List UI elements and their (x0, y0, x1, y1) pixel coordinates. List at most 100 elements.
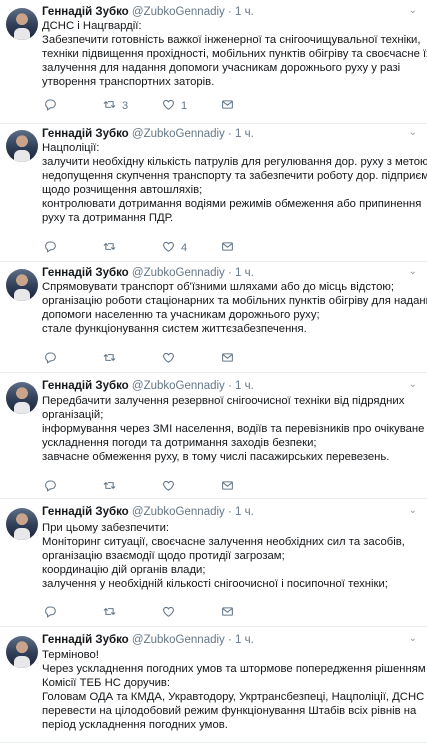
envelope-icon (221, 240, 234, 256)
author-name[interactable]: Геннадій Зубко (42, 506, 129, 518)
tweet-text: Нацполіції: залучити необхідну кількість … (42, 141, 427, 225)
author-name[interactable]: Геннадій Зубко (42, 634, 129, 646)
chevron-down-icon[interactable]: ⌄ (409, 127, 417, 138)
tweet-text: Передбачити залучення резервної снігоочи… (42, 394, 424, 464)
retweet-button[interactable] (103, 240, 162, 256)
envelope-icon (221, 98, 234, 114)
tweet-text-line: організацій; (42, 409, 104, 421)
author-handle[interactable]: @ZubkoGennadiy (132, 6, 225, 18)
tweet-text-line: Спрямовувати транспорт об'їзними шляхами… (42, 281, 394, 293)
tweet[interactable]: Геннадій Зубко @ZubkoGennadiy · 1 ч. ⌄ Пер… (0, 373, 427, 499)
envelope-icon (221, 479, 234, 495)
author-handle[interactable]: @ZubkoGennadiy (132, 634, 225, 646)
tweet-text-line: техніки підвищення прохідності, мобільни… (42, 48, 427, 60)
direct-message-button[interactable] (221, 351, 280, 367)
like-button[interactable] (162, 351, 221, 367)
tweet-text-line: Головам ОДА та КМДА, Укравтодору, Укртра… (42, 691, 425, 703)
reply-button[interactable] (44, 479, 103, 495)
avatar[interactable] (6, 508, 38, 540)
tweet-feed: Геннадій Зубко @ZubkoGennadiy · 1 ч. ⌄ ДСН… (0, 0, 427, 743)
tweet-text-line: організацію роботи стаціонарних та мобіл… (42, 295, 427, 307)
reply-button[interactable] (44, 351, 103, 367)
envelope-icon (221, 605, 234, 621)
reply-button[interactable] (44, 605, 103, 621)
separator: · (228, 506, 232, 518)
avatar[interactable] (6, 130, 38, 162)
timestamp[interactable]: 1 ч. (235, 6, 254, 18)
author-name[interactable]: Геннадій Зубко (42, 6, 129, 18)
tweet-text-line: інформування через ЗМІ населення, водіїв… (42, 423, 425, 435)
tweet-text-line: стале функціонування систем життєзабезпе… (42, 323, 307, 335)
avatar[interactable] (6, 382, 38, 414)
tweet-text-line: Передбачити залучення резервної снігоочи… (42, 395, 405, 407)
tweet-text-line: Терміново! (42, 649, 99, 661)
chevron-down-icon[interactable]: ⌄ (409, 266, 417, 277)
retweet-button[interactable]: 3 (103, 98, 162, 114)
retweet-icon (103, 240, 116, 256)
heart-icon (162, 98, 175, 114)
likes-count: 4 (181, 242, 188, 254)
tweet-header: Геннадій Зубко @ZubkoGennadiy · 1 ч. (42, 379, 254, 393)
heart-icon (162, 605, 175, 621)
retweet-button[interactable] (103, 605, 162, 621)
tweet-text-line: При цьому забезпечити: (42, 522, 170, 534)
like-button[interactable]: 1 (162, 98, 221, 114)
tweet-actions: 31 (44, 98, 280, 114)
direct-message-button[interactable] (221, 479, 280, 495)
author-handle[interactable]: @ZubkoGennadiy (132, 267, 225, 279)
tweet-text-line: Комісії ТЕБ НС доручив: (42, 677, 171, 689)
separator: · (228, 6, 232, 18)
tweet-text: При цьому забезпечити: Моніторинг ситуаці… (42, 521, 405, 591)
separator: · (228, 634, 232, 646)
author-name[interactable]: Геннадій Зубко (42, 267, 129, 279)
avatar[interactable] (6, 636, 38, 668)
tweet-header: Геннадій Зубко @ZubkoGennadiy · 1 ч. (42, 5, 254, 19)
tweet-text-line: допомоги населенню та учасникам дорожньо… (42, 309, 320, 321)
tweet-text-line: залучення у необхідній кількості снігооч… (42, 578, 388, 590)
author-name[interactable]: Геннадій Зубко (42, 380, 129, 392)
direct-message-button[interactable] (221, 240, 280, 256)
author-name[interactable]: Геннадій Зубко (42, 128, 129, 140)
chevron-down-icon[interactable]: ⌄ (409, 505, 417, 516)
avatar[interactable] (6, 8, 38, 40)
heart-icon (162, 351, 175, 367)
tweet[interactable]: Геннадій Зубко @ZubkoGennadiy · 1 ч. ⌄ Тер… (0, 627, 427, 743)
tweet-text-line: координацію дій органів влади; (42, 564, 206, 576)
tweet-text-line: організацію взаємодії щодо протидії загр… (42, 550, 285, 562)
reply-button[interactable] (44, 240, 103, 256)
tweet[interactable]: Геннадій Зубко @ZubkoGennadiy · 1 ч. ⌄ При… (0, 499, 427, 627)
like-button[interactable]: 4 (162, 240, 221, 256)
author-handle[interactable]: @ZubkoGennadiy (132, 506, 225, 518)
timestamp[interactable]: 1 ч. (235, 506, 254, 518)
heart-icon (162, 240, 175, 256)
direct-message-button[interactable] (221, 98, 280, 114)
tweet-text-line: утворення транспортних заторів. (42, 76, 215, 88)
tweet[interactable]: Геннадій Зубко @ZubkoGennadiy · 1 ч. ⌄ ДСН… (0, 0, 427, 124)
avatar[interactable] (6, 269, 38, 301)
retweet-button[interactable] (103, 479, 162, 495)
retweet-button[interactable] (103, 351, 162, 367)
retweets-count: 3 (122, 100, 129, 112)
like-button[interactable] (162, 605, 221, 621)
timestamp[interactable]: 1 ч. (235, 380, 254, 392)
timestamp[interactable]: 1 ч. (235, 267, 254, 279)
tweet-text-line: руху та дотримання ПДР. (42, 212, 174, 224)
chevron-down-icon[interactable]: ⌄ (409, 379, 417, 390)
direct-message-button[interactable] (221, 605, 280, 621)
timestamp[interactable]: 1 ч. (235, 128, 254, 140)
tweet-text-line: Забезпечити готовність важкої інженерної… (42, 34, 421, 46)
reply-icon (44, 605, 57, 621)
author-handle[interactable]: @ZubkoGennadiy (132, 380, 225, 392)
tweet[interactable]: Геннадій Зубко @ZubkoGennadiy · 1 ч. ⌄ Нац… (0, 124, 427, 262)
chevron-down-icon[interactable]: ⌄ (409, 633, 417, 644)
chevron-down-icon[interactable]: ⌄ (409, 5, 417, 16)
author-handle[interactable]: @ZubkoGennadiy (132, 128, 225, 140)
like-button[interactable] (162, 479, 221, 495)
reply-button[interactable] (44, 98, 103, 114)
tweet[interactable]: Геннадій Зубко @ZubkoGennadiy · 1 ч. ⌄ Спр… (0, 262, 427, 373)
timestamp[interactable]: 1 ч. (235, 634, 254, 646)
separator: · (228, 380, 232, 392)
tweet-header: Геннадій Зубко @ZubkoGennadiy · 1 ч. (42, 266, 254, 280)
tweet-text-line: перевести на цілодобовий режим функціону… (42, 705, 417, 717)
reply-icon (44, 240, 57, 256)
